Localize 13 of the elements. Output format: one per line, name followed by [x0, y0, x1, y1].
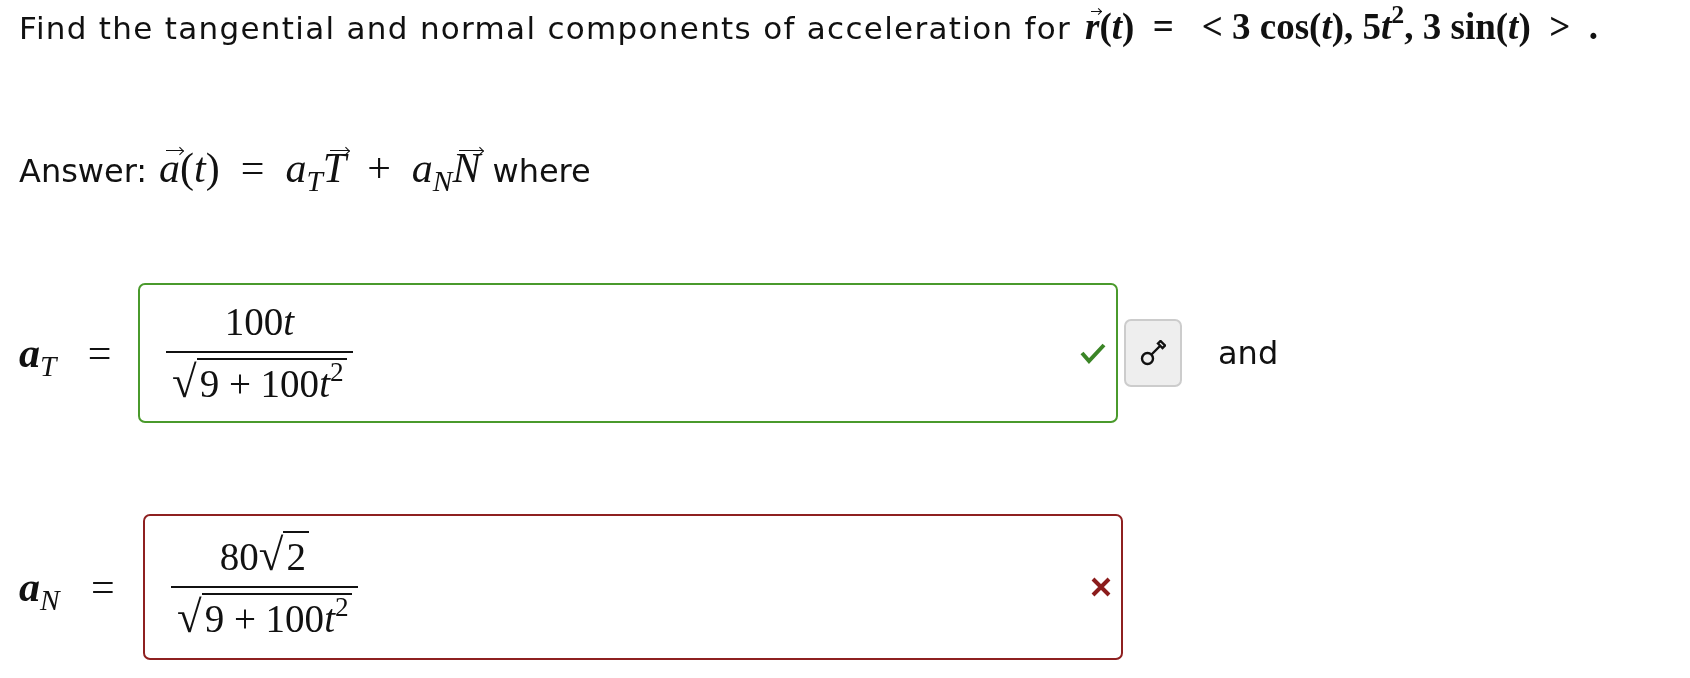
key-button[interactable] — [1124, 319, 1182, 387]
question-text: Find the tangential and normal components of acceleration for r(t) = < 3 cos(t), 5t$^{2}$, 3 sin(t) > . — [19, 5, 1599, 49]
answer-field[interactable]: 100t √9 + 100t$^{2}$ — [138, 283, 1118, 423]
variable-label: a$_{N}$ = — [19, 563, 116, 611]
answer-statement: Answer: a(t) = a$_{T}$T + a$_{N}$N where — [19, 146, 591, 190]
numerator-text: 80√2 — [213, 528, 315, 584]
conjunction-text: and — [1218, 334, 1279, 372]
denominator-text: √9 + 100t$^{2}$ — [171, 590, 358, 646]
denominator-text: √9 + 100t$^{2}$ — [166, 355, 353, 411]
answer-field[interactable]: 80√2 √9 + 100t$^{2}$ — [143, 514, 1123, 660]
variable-label: a$_{T}$ = — [19, 329, 113, 377]
numerator-text: 100t — [223, 299, 296, 345]
key-icon — [1140, 340, 1166, 366]
